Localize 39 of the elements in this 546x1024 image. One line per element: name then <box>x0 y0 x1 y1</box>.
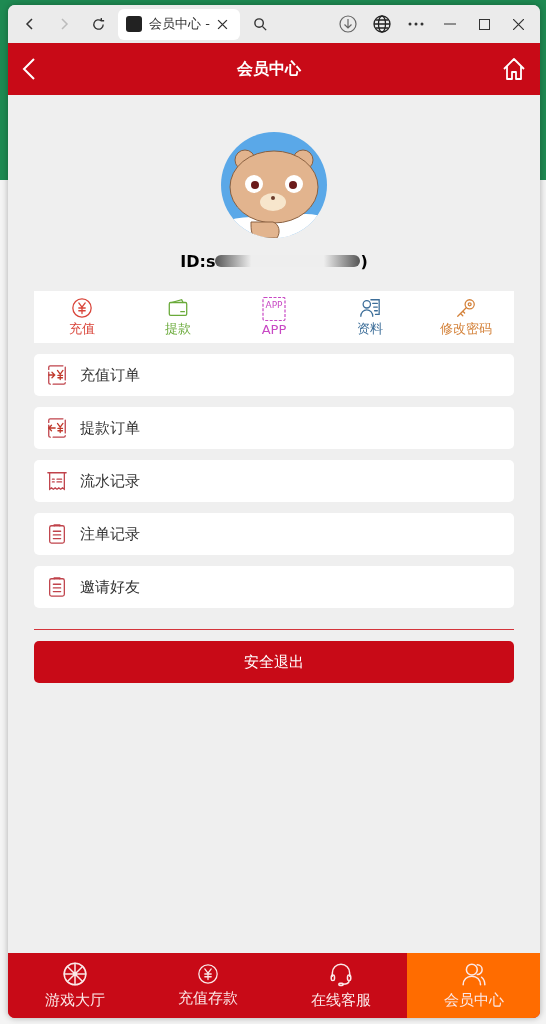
maximize-icon[interactable] <box>478 18 490 30</box>
yen-icon <box>71 296 93 319</box>
close-icon[interactable] <box>512 18 524 30</box>
shortcut-button[interactable]: 资料 <box>322 296 418 338</box>
more-icon[interactable] <box>408 22 424 26</box>
headset-icon <box>327 961 354 987</box>
profile-icon <box>359 296 381 319</box>
clipboard-icon <box>46 523 68 545</box>
wallet-icon <box>167 296 189 319</box>
users-icon <box>460 961 487 987</box>
menu-item[interactable]: 充值订单 <box>34 354 514 396</box>
menu-item[interactable]: 流水记录 <box>34 460 514 502</box>
menu-item[interactable]: 注单记录 <box>34 513 514 555</box>
shortcut-button[interactable]: 充值 <box>34 296 130 338</box>
yen-icon <box>196 963 219 985</box>
home-icon[interactable] <box>502 57 526 81</box>
globe-icon[interactable] <box>373 15 391 33</box>
download-icon[interactable] <box>339 15 357 33</box>
shortcut-button[interactable]: APP APP <box>226 297 322 337</box>
page-title: 会员中心 <box>237 58 301 80</box>
user-id: ID:s <box>180 251 216 271</box>
clipboard-icon <box>46 576 68 598</box>
shortcut-button[interactable]: 修改密码 <box>418 296 514 338</box>
deposit-icon <box>46 364 68 386</box>
key-icon <box>455 296 477 319</box>
browser-tab[interactable]: 会员中心 - <box>118 8 240 40</box>
shortcut-button[interactable]: 提款 <box>130 296 226 338</box>
back-icon[interactable] <box>22 57 36 81</box>
search-icon[interactable] <box>252 16 268 32</box>
logout-button[interactable]: 安全退出 <box>34 641 514 683</box>
withdraw-icon <box>46 417 68 439</box>
wheel-icon <box>61 961 88 987</box>
menu-item[interactable]: 提款订单 <box>34 407 514 449</box>
app-icon: APP <box>262 297 286 321</box>
receipt-icon <box>46 470 68 492</box>
close-icon[interactable] <box>216 18 228 30</box>
menu-item[interactable]: 邀请好友 <box>34 566 514 608</box>
reload-icon[interactable] <box>90 16 106 32</box>
user-id-end: ) <box>360 251 368 271</box>
